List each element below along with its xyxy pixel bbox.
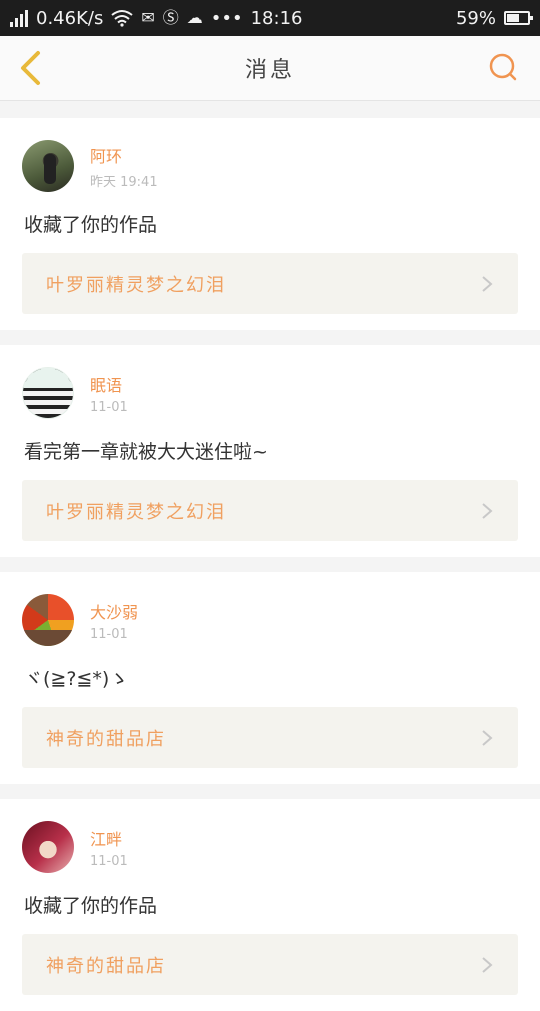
username[interactable]: 阿环 bbox=[90, 143, 158, 167]
chevron-right-icon bbox=[482, 275, 493, 292]
page-title: 消息 bbox=[244, 58, 295, 83]
work-title: 神奇的甜品店 bbox=[46, 955, 166, 977]
weather-icon: ☁ bbox=[186, 8, 203, 27]
work-title: 叶罗丽精灵梦之幻泪 bbox=[46, 274, 226, 296]
timestamp: 昨天 19:41 bbox=[90, 174, 158, 190]
search-icon[interactable] bbox=[488, 52, 518, 82]
message-text: ヾ(≧?≦*)ゝ bbox=[24, 668, 129, 690]
back-arrow-icon bbox=[21, 51, 40, 85]
message-text: 看完第一章就被大大迷住啦~ bbox=[24, 441, 268, 463]
avatar[interactable] bbox=[22, 821, 74, 873]
message-notification-icon: ✉ bbox=[141, 8, 155, 27]
message-card: 眠语 11-01 看完第一章就被大大迷住啦~ 叶罗丽精灵梦之幻泪 bbox=[0, 345, 540, 557]
avatar[interactable] bbox=[22, 140, 74, 192]
network-speed: 0.46K/s bbox=[36, 7, 104, 29]
message-card: 江畔 11-01 收藏了你的作品 神奇的甜品店 bbox=[0, 799, 540, 1011]
clock: 18:16 bbox=[250, 7, 303, 29]
work-reference-link[interactable]: 叶罗丽精灵梦之幻泪 bbox=[22, 480, 518, 541]
message-text: 收藏了你的作品 bbox=[24, 214, 158, 236]
top-bar: 消息 bbox=[0, 36, 540, 101]
back-button[interactable] bbox=[12, 48, 48, 88]
message-card: 阿环 昨天 19:41 收藏了你的作品 叶罗丽精灵梦之幻泪 bbox=[0, 118, 540, 330]
work-reference-link[interactable]: 神奇的甜品店 bbox=[22, 934, 518, 995]
chevron-right-icon bbox=[482, 502, 493, 519]
wifi-icon bbox=[111, 10, 133, 27]
avatar[interactable] bbox=[22, 367, 74, 419]
timestamp: 11-01 bbox=[90, 626, 128, 642]
message-text: 收藏了你的作品 bbox=[24, 895, 158, 917]
battery-percent: 59% bbox=[455, 7, 496, 29]
timestamp: 11-01 bbox=[90, 399, 128, 415]
work-reference-link[interactable]: 神奇的甜品店 bbox=[22, 707, 518, 768]
timestamp: 11-01 bbox=[90, 853, 128, 869]
avatar[interactable] bbox=[22, 594, 74, 646]
more-notifications: ••• bbox=[210, 7, 243, 29]
app-notification-icon: Ⓢ bbox=[162, 8, 179, 27]
username[interactable]: 眠语 bbox=[90, 372, 128, 396]
battery-icon bbox=[504, 11, 533, 25]
work-title: 叶罗丽精灵梦之幻泪 bbox=[46, 501, 226, 523]
status-bar: 0.46K/s ✉ Ⓢ ☁ ••• 18:16 59% bbox=[0, 0, 540, 36]
message-list: 阿环 昨天 19:41 收藏了你的作品 叶罗丽精灵梦之幻泪 眠语 11-01 看… bbox=[0, 101, 540, 1011]
work-title: 神奇的甜品店 bbox=[46, 728, 166, 750]
username[interactable]: 江畔 bbox=[90, 826, 128, 850]
username[interactable]: 大沙弱 bbox=[90, 599, 138, 623]
message-card: 大沙弱 11-01 ヾ(≧?≦*)ゝ 神奇的甜品店 bbox=[0, 572, 540, 784]
chevron-right-icon bbox=[482, 956, 493, 973]
chevron-right-icon bbox=[482, 729, 493, 746]
signal-icon bbox=[10, 9, 28, 27]
work-reference-link[interactable]: 叶罗丽精灵梦之幻泪 bbox=[22, 253, 518, 314]
